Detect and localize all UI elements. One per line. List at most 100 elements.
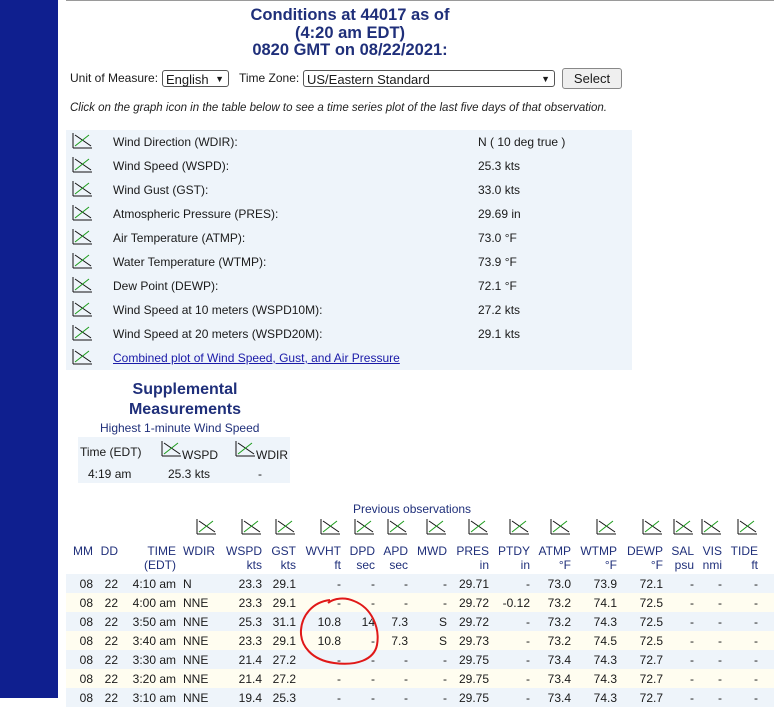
current-observations-panel: Wind Direction (WDIR): N ( 10 deg true ) W… [66, 130, 632, 370]
graph-icon[interactable] [736, 518, 758, 541]
cell-dd: 22 [104, 577, 118, 591]
graph-icon[interactable] [672, 518, 694, 541]
graph-icon[interactable] [425, 518, 447, 541]
column-unit-tide: ft [751, 558, 758, 572]
cell-mm: 08 [79, 672, 93, 686]
top-divider [66, 0, 774, 1]
graph-icon[interactable] [71, 276, 93, 297]
cell-gst: 29.1 [272, 596, 296, 610]
graph-icon[interactable] [71, 324, 93, 345]
graph-icon[interactable] [595, 518, 617, 541]
column-unit-wtmp: °F [604, 558, 617, 572]
cell-vis: - [718, 653, 722, 667]
previous-observations-caption: Previous observations [353, 502, 472, 516]
instruction-text: Click on the graph icon in the table bel… [70, 102, 607, 114]
graph-icon[interactable] [71, 228, 93, 249]
observation-value: 73.9 °F [478, 255, 517, 269]
column-header-apd: APD [383, 544, 408, 558]
graph-icon-glyph [275, 519, 295, 535]
graph-icon[interactable] [549, 518, 571, 541]
cell-sal: - [690, 653, 694, 667]
cell-wvht: - [337, 577, 341, 591]
cell-dd: 22 [104, 615, 118, 629]
cell-wvht: - [337, 653, 341, 667]
graph-icon[interactable] [71, 204, 93, 225]
graph-icon[interactable] [700, 518, 722, 541]
graph-icon[interactable] [467, 518, 489, 541]
graph-icon[interactable] [386, 518, 408, 541]
column-header-tide: TIDE [730, 544, 758, 558]
column-unit-vis: nmi [702, 558, 722, 572]
cell-ptdy: - [526, 672, 530, 686]
graph-icon[interactable] [71, 180, 93, 201]
cell-gst: 29.1 [272, 634, 296, 648]
graph-icon[interactable] [240, 518, 262, 541]
title-line-1: Conditions at 44017 as of [250, 6, 450, 24]
graph-icon-glyph [596, 519, 616, 535]
cell-mm: 08 [79, 596, 93, 610]
unit-of-measure-select[interactable]: English ▼ [162, 70, 229, 87]
cell-tide: - [754, 672, 758, 686]
cell-dpd: - [371, 653, 375, 667]
title-line-2: (4:20 am EDT) [294, 23, 406, 42]
graph-icon[interactable] [71, 156, 93, 177]
time-zone-value: US/Eastern Standard [307, 72, 430, 87]
graph-icon[interactable] [353, 518, 375, 541]
graph-icon[interactable] [508, 518, 530, 541]
graph-icon-glyph [509, 519, 529, 535]
cell-dewp: 72.5 [639, 634, 663, 648]
title-line-3: 0820 GMT on 08/22/2021: [252, 41, 448, 59]
observation-value: N ( 10 deg true ) [478, 135, 566, 149]
left-nav-bar [0, 0, 58, 698]
graph-icon-glyph [235, 441, 255, 457]
graph-icon[interactable] [160, 440, 182, 461]
cell-wdir: NNE [183, 596, 209, 610]
cell-dewp: 72.7 [639, 672, 663, 686]
combined-plot-row: Combined plot of Wind Speed, Gust, and A… [66, 346, 632, 370]
supp-wspd-value: 25.3 kts [168, 467, 211, 481]
combined-plot-link[interactable]: Combined plot of Wind Speed, Gust, and A… [113, 351, 400, 365]
column-unit-ptdy: in [520, 558, 530, 572]
cell-wdir: NNE [183, 672, 209, 686]
graph-icon[interactable] [71, 300, 93, 321]
graph-icon[interactable] [71, 348, 93, 369]
column-header-dpd: DPD [349, 544, 375, 558]
column-unit-atmp: °F [558, 558, 571, 572]
cell-wspd: 23.3 [238, 634, 262, 648]
column-unit-gst: kts [280, 558, 296, 572]
graph-icon-glyph [72, 253, 92, 269]
column-header-mm: MM [73, 544, 93, 558]
cell-dpd: - [371, 691, 375, 705]
cell-ptdy: - [526, 691, 530, 705]
cell-mm: 08 [79, 577, 93, 591]
graph-icon[interactable] [71, 252, 93, 273]
cell-wdir: NNE [183, 615, 209, 629]
graph-icon[interactable] [195, 518, 217, 541]
time-zone-select[interactable]: US/Eastern Standard ▼ [303, 70, 555, 87]
observation-row: Wind Speed at 20 meters (WSPD20M): 29.1 k… [66, 322, 632, 346]
graph-icon[interactable] [71, 132, 93, 153]
column-header-wspd: WSPD [226, 544, 262, 558]
graph-icon[interactable] [319, 518, 341, 541]
supp-wspd-header: WSPD [182, 448, 218, 462]
cell-wtmp: 74.3 [593, 672, 617, 686]
supplemental-title-line-1: Supplemental [132, 381, 238, 398]
cell-dd: 22 [104, 653, 118, 667]
cell-pres: 29.75 [458, 653, 489, 667]
column-header-dd: DD [100, 544, 118, 558]
graph-icon[interactable] [641, 518, 663, 541]
graph-icon-glyph [426, 519, 446, 535]
cell-time: 3:40 am [132, 634, 176, 648]
graph-icon-glyph [673, 519, 693, 535]
column-unit-dpd: sec [356, 558, 375, 572]
graph-icon[interactable] [274, 518, 296, 541]
cell-wvht: - [337, 596, 341, 610]
cell-sal: - [690, 691, 694, 705]
graph-icon[interactable] [234, 440, 256, 461]
cell-dpd: 14 [361, 615, 375, 629]
observation-label: Wind Gust (GST): [113, 183, 209, 197]
cell-wspd: 23.3 [238, 577, 262, 591]
select-button[interactable]: Select [562, 68, 622, 89]
cell-dpd: - [371, 596, 375, 610]
cell-wspd: 21.4 [238, 653, 262, 667]
